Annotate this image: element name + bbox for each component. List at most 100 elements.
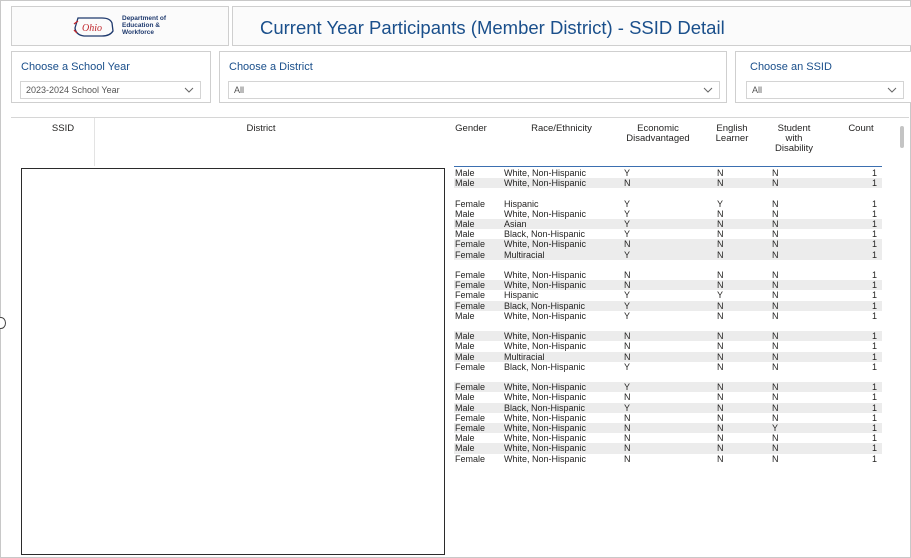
district-label: Choose a District xyxy=(229,61,313,73)
table-row[interactable]: Male White, Non-Hispanic N N N 1 xyxy=(454,341,882,351)
logo-panel: Ohio Department of Education & Workforce xyxy=(11,6,229,46)
cell-count: 1 xyxy=(871,178,877,189)
cell-race: Black, Non-Hispanic xyxy=(504,361,586,372)
table-row[interactable]: Female Black, Non-Hispanic Y N N 1 xyxy=(454,362,882,372)
cell-gender: Female xyxy=(455,361,486,372)
cell-english: N xyxy=(717,310,724,321)
cell-economic: Y xyxy=(624,382,631,393)
cell-english: N xyxy=(717,178,724,189)
table-row[interactable]: Female Black, Non-Hispanic Y N N 1 xyxy=(454,300,882,311)
cell-count: 1 xyxy=(871,280,877,291)
cell-economic: Y xyxy=(624,361,631,372)
table-row[interactable]: Female White, Non-Hispanic N N N 1 xyxy=(454,270,882,280)
table-row[interactable]: Male White, Non-Hispanic N N N 1 xyxy=(454,443,882,454)
cell-gender: Male xyxy=(455,351,475,362)
table-row[interactable]: Female White, Non-Hispanic N N N 1 xyxy=(454,454,882,464)
col-header-ssid[interactable]: SSID xyxy=(43,124,83,134)
column-divider xyxy=(94,118,95,166)
cell-gender: Male xyxy=(455,310,475,321)
table-row[interactable] xyxy=(454,188,882,198)
cell-count: 1 xyxy=(871,168,877,178)
table-row[interactable]: Male White, Non-Hispanic Y N N 1 xyxy=(454,311,882,321)
panel-resize-handle[interactable] xyxy=(0,317,6,329)
redacted-ssid-district-area xyxy=(21,168,445,555)
cell-economic: N xyxy=(624,433,631,444)
table-row[interactable]: Male White, Non-Hispanic N N N 1 xyxy=(454,433,882,443)
logo-line: Workforce xyxy=(122,29,155,36)
ssid-dropdown[interactable]: All xyxy=(746,81,904,99)
chevron-down-icon xyxy=(184,87,194,93)
table-row[interactable]: Female White, Non-Hispanic Y N N 1 xyxy=(454,382,882,393)
cell-economic: Y xyxy=(624,229,631,240)
table-row[interactable]: Male White, Non-Hispanic N N N 1 xyxy=(454,178,882,189)
table-row[interactable]: Male Asian Y N N 1 xyxy=(454,219,882,230)
col-header-race[interactable]: Race/Ethnicity xyxy=(509,124,614,134)
district-dropdown[interactable]: All xyxy=(228,81,720,99)
table-row[interactable] xyxy=(454,372,882,382)
cell-count: 1 xyxy=(871,361,877,372)
ssid-filter: Choose an SSID All xyxy=(735,51,911,103)
cell-disability: N xyxy=(772,198,779,209)
col-header-disability[interactable]: Student with Disability xyxy=(769,124,819,154)
table-row[interactable]: Male White, Non-Hispanic N N N 1 xyxy=(454,392,882,402)
cell-race: Multiracial xyxy=(504,351,545,362)
logo-line: Education & xyxy=(122,22,160,29)
cell-count: 1 xyxy=(871,423,877,433)
school-year-label: Choose a School Year xyxy=(21,61,130,73)
table-row[interactable]: Male Multiracial N N N 1 xyxy=(454,351,882,362)
cell-race: Asian xyxy=(504,219,527,229)
cell-disability: N xyxy=(772,219,779,229)
cell-race: White, Non-Hispanic xyxy=(504,280,587,291)
col-header-economic[interactable]: Economic Disadvantaged xyxy=(618,124,698,144)
table-row[interactable]: Female White, Non-Hispanic N N N 1 xyxy=(454,413,882,423)
table-row[interactable]: Male White, Non-Hispanic Y N N 1 xyxy=(454,168,882,178)
table-row[interactable]: Female Multiracial Y N N 1 xyxy=(454,249,882,260)
table-row[interactable]: Male Black, Non-Hispanic Y N N 1 xyxy=(454,402,882,413)
col-header-district[interactable]: District xyxy=(211,124,311,134)
cell-race: White, Non-Hispanic xyxy=(504,423,587,433)
cell-disability: N xyxy=(772,249,779,260)
cell-count: 1 xyxy=(871,453,877,464)
page-title: Current Year Participants (Member Distri… xyxy=(260,17,725,38)
col-header-count[interactable]: Count xyxy=(841,124,881,134)
col-header-gender[interactable]: Gender xyxy=(451,124,491,134)
cell-count: 1 xyxy=(871,433,877,444)
cell-english: N xyxy=(717,300,724,311)
school-year-dropdown[interactable]: 2023-2024 School Year xyxy=(20,81,201,99)
cell-gender: Female xyxy=(455,198,486,209)
cell-race: White, Non-Hispanic xyxy=(504,310,587,321)
cell-english: N xyxy=(717,361,724,372)
table-row[interactable]: Male White, Non-Hispanic Y N N 1 xyxy=(454,209,882,219)
table-row[interactable] xyxy=(454,260,882,270)
table-row[interactable]: Male White, Non-Hispanic N N N 1 xyxy=(454,331,882,342)
cell-english: N xyxy=(717,382,724,393)
table-row[interactable]: Male Black, Non-Hispanic Y N N 1 xyxy=(454,229,882,239)
cell-disability: N xyxy=(772,453,779,464)
cell-english: N xyxy=(717,239,724,250)
cell-race: White, Non-Hispanic xyxy=(504,341,587,352)
table-row[interactable]: Female White, Non-Hispanic N N N 1 xyxy=(454,239,882,250)
cell-disability: N xyxy=(772,351,779,362)
logo-line: Department of xyxy=(122,15,167,22)
table-row[interactable]: Female White, Non-Hispanic N N N 1 xyxy=(454,280,882,291)
cell-gender: Female xyxy=(455,249,486,260)
cell-count: 1 xyxy=(871,239,877,250)
cell-race: White, Non-Hispanic xyxy=(504,382,587,393)
cell-economic: N xyxy=(624,331,631,342)
cell-race: White, Non-Hispanic xyxy=(504,178,587,189)
table-row[interactable] xyxy=(454,321,882,331)
ohio-logo-icon: Ohio xyxy=(73,17,114,37)
cell-english: N xyxy=(717,392,724,403)
vertical-scrollbar[interactable] xyxy=(900,126,904,148)
table-row[interactable]: Female Hispanic Y Y N 1 xyxy=(454,199,882,209)
cell-economic: Y xyxy=(624,300,631,311)
col-header-english[interactable]: English Learner xyxy=(713,124,751,144)
cell-count: 1 xyxy=(871,341,877,352)
cell-disability: N xyxy=(772,392,779,403)
table-row[interactable]: Female Hispanic Y Y N 1 xyxy=(454,290,882,300)
cell-disability: N xyxy=(772,168,779,178)
cell-english: N xyxy=(717,249,724,260)
cell-disability: N xyxy=(772,433,779,444)
ssid-label: Choose an SSID xyxy=(750,61,832,73)
table-row[interactable]: Female White, Non-Hispanic N N Y 1 xyxy=(454,423,882,434)
